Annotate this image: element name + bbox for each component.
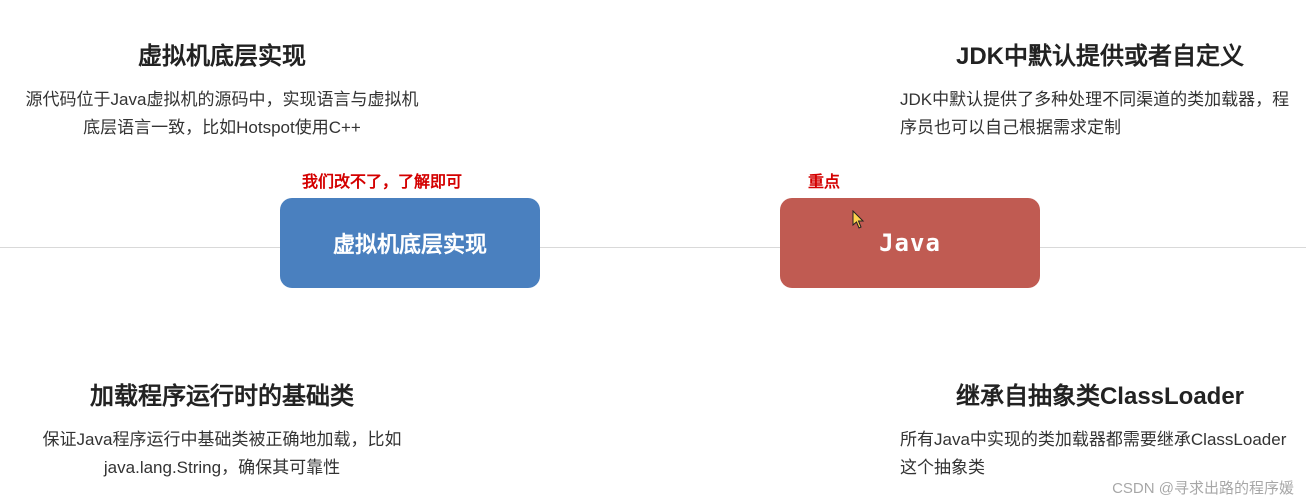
card-classloader: 继承自抽象类ClassLoader 所有Java中实现的类加载器都需要继承Cla… [900,380,1300,483]
card-base-classes: 加载程序运行时的基础类 保证Java程序运行中基础类被正确地加载，比如java.… [22,380,422,483]
card-desc: 源代码位于Java虚拟机的源码中，实现语言与虚拟机底层语言一致，比如Hotspo… [22,86,422,144]
annotation-left: 我们改不了，了解即可 [302,168,462,192]
card-desc: JDK中默认提供了多种处理不同渠道的类加载器，程序员也可以自己根据需求定制 [900,86,1300,144]
card-title: 加载程序运行时的基础类 [22,380,422,414]
annotation-right: 重点 [808,168,840,192]
cursor-icon [852,210,866,230]
card-desc: 所有Java中实现的类加载器都需要继承ClassLoader这个抽象类 [900,426,1300,484]
card-desc: 保证Java程序运行中基础类被正确地加载，比如java.lang.String，… [22,426,422,484]
divider-line [0,247,1306,248]
node-label: Java [879,229,941,257]
watermark: CSDN @寻求出路的程序媛 [1112,477,1294,498]
node-vm-impl: 虚拟机底层实现 [280,198,540,288]
card-title: 虚拟机底层实现 [22,40,422,74]
card-title: JDK中默认提供或者自定义 [900,40,1300,74]
card-jdk-custom: JDK中默认提供或者自定义 JDK中默认提供了多种处理不同渠道的类加载器，程序员… [900,40,1300,143]
node-java: Java [780,198,1040,288]
node-label: 虚拟机底层实现 [333,227,487,259]
card-title: 继承自抽象类ClassLoader [900,380,1300,414]
card-vm-impl: 虚拟机底层实现 源代码位于Java虚拟机的源码中，实现语言与虚拟机底层语言一致，… [22,40,422,143]
